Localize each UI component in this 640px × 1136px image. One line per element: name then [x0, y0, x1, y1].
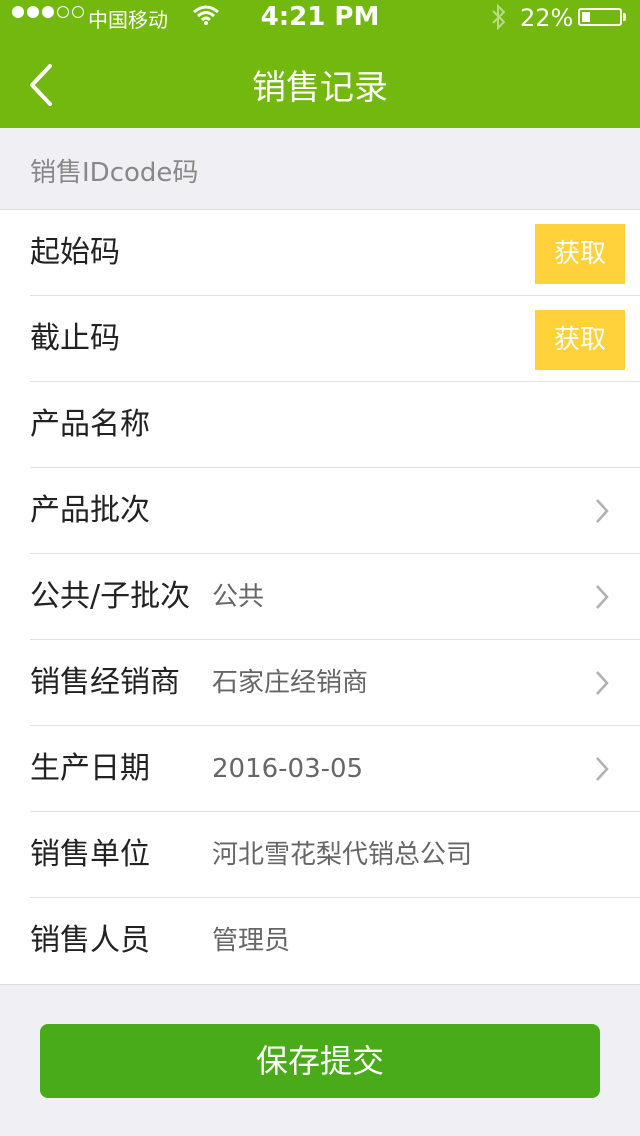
- row-product-batch[interactable]: 产品批次: [0, 468, 640, 554]
- sales-unit-value: 河北雪花梨代销总公司: [212, 840, 473, 870]
- section-label: 销售IDcode码: [30, 158, 199, 188]
- row-sub-batch[interactable]: 公共/子批次 公共: [0, 554, 640, 640]
- row-label: 截止码: [30, 321, 120, 356]
- production-date-value: 2016-03-05: [212, 754, 364, 784]
- chevron-right-icon: [596, 499, 609, 523]
- row-label: 产品名称: [30, 407, 150, 442]
- battery-tip: [623, 13, 626, 21]
- chevron-right-icon: [596, 585, 609, 609]
- salesperson-value: 管理员: [212, 926, 291, 956]
- row-dealer[interactable]: 销售经销商 石家庄经销商: [0, 640, 640, 726]
- status-bar: 中国移动 4:21 PM 22%: [0, 0, 640, 36]
- header-bar: 中国移动 4:21 PM 22% 销售记录: [0, 0, 640, 128]
- fetch-end-code-button[interactable]: 获取: [535, 310, 625, 370]
- fetch-start-code-button[interactable]: 获取: [535, 224, 625, 284]
- row-sales-unit: 销售单位 河北雪花梨代销总公司: [0, 812, 640, 898]
- row-product-name[interactable]: 产品名称: [0, 382, 640, 468]
- sub-batch-value: 公共: [212, 582, 265, 612]
- row-label: 销售经销商: [30, 665, 180, 700]
- page-title: 销售记录: [252, 68, 388, 108]
- save-submit-button[interactable]: 保存提交: [40, 1024, 600, 1098]
- row-start-code: 起始码 获取: [0, 210, 640, 296]
- dealer-value: 石家庄经销商: [212, 668, 369, 698]
- chevron-right-icon: [596, 757, 609, 781]
- battery-percent: 22%: [520, 4, 574, 32]
- battery-icon: [578, 8, 622, 26]
- row-production-date[interactable]: 生产日期 2016-03-05: [0, 726, 640, 812]
- form-list: 起始码 获取 截止码 获取 产品名称 产品批次 公共/子批次 公共 销售经销商 …: [0, 209, 640, 985]
- row-end-code: 截止码 获取: [0, 296, 640, 382]
- row-label: 产品批次: [30, 493, 150, 528]
- bluetooth-icon: [492, 3, 506, 31]
- row-label: 销售单位: [30, 837, 150, 872]
- row-label: 起始码: [30, 235, 120, 270]
- row-salesperson: 销售人员 管理员: [0, 898, 640, 984]
- row-label: 公共/子批次: [30, 579, 191, 614]
- chevron-right-icon: [596, 671, 609, 695]
- row-label: 生产日期: [30, 751, 150, 786]
- row-label: 销售人员: [30, 923, 150, 958]
